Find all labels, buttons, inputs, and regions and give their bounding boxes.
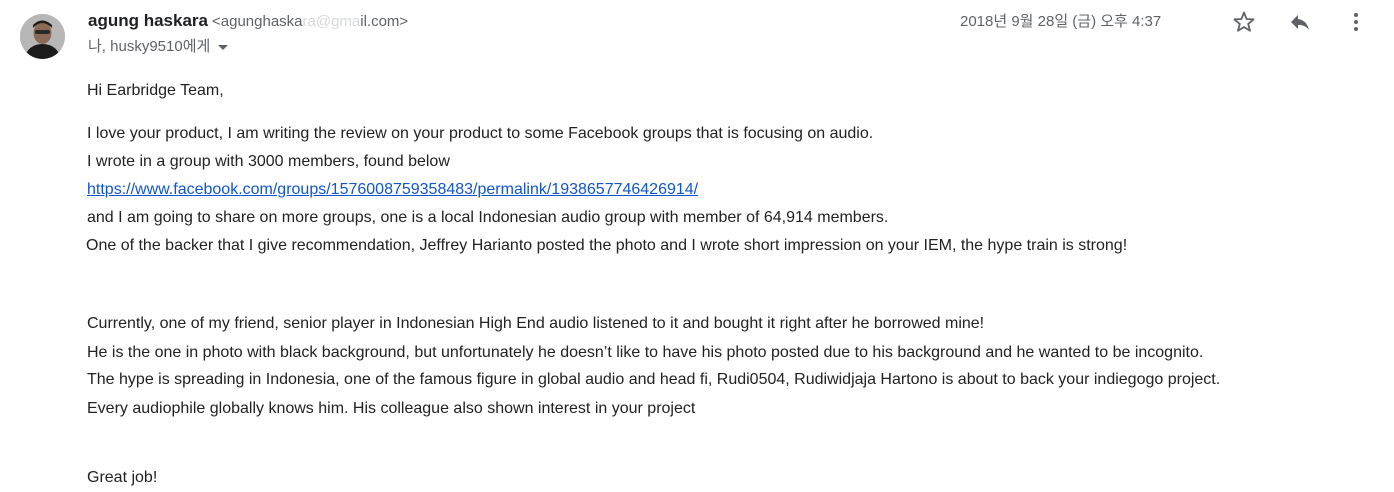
recipients-dropdown[interactable]: 나, husky9510에게	[88, 37, 229, 57]
facebook-group-link[interactable]: https://www.facebook.com/groups/15760087…	[87, 181, 698, 198]
para1-line: I love your product, I am writing the re…	[87, 125, 874, 142]
greeting: Hi Earbridge Team,	[87, 82, 224, 99]
recipients-label: 나, husky9510에게	[88, 38, 211, 55]
para1-line: I wrote in a group with 3000 members, fo…	[87, 153, 450, 170]
closing: Great job!	[87, 469, 158, 486]
sender-email[interactable]: <agunghaskara@gmail.com>	[212, 13, 408, 30]
para1-line: and I am going to share on more groups, …	[87, 209, 889, 226]
para1-line: One of the backer that I give recommenda…	[86, 237, 1128, 254]
para2-line: Currently, one of my friend, senior play…	[87, 315, 985, 332]
avatar-photo	[20, 14, 65, 59]
para2-line: The hype is spreading in Indonesia, one …	[87, 371, 1221, 388]
caret-down-icon[interactable]	[218, 44, 229, 50]
sender-email-suffix: il.com>	[360, 13, 409, 30]
reply-icon	[1291, 15, 1309, 30]
para2-line: He is the one in photo with black backgr…	[87, 344, 1204, 361]
sender-email-prefix: <agunghaska	[212, 13, 303, 30]
reply-button[interactable]	[1286, 8, 1314, 36]
more-options-button[interactable]	[1342, 8, 1370, 36]
star-button[interactable]	[1230, 8, 1258, 36]
sender-line: agung haskara <agunghaskara@gmail.com>	[88, 10, 408, 32]
avatar[interactable]	[20, 14, 65, 59]
star-icon	[1233, 11, 1255, 32]
more-vert-icon	[1354, 13, 1358, 31]
sender-email-obscured: ra@gma	[302, 13, 361, 30]
facebook-link-line: https://www.facebook.com/groups/15760087…	[87, 179, 698, 201]
message-date: 2018년 9월 28일 (금) 오후 4:37	[960, 13, 1162, 30]
sender-name[interactable]: agung haskara	[88, 11, 208, 30]
para2-line: Every audiophile globally knows him. His…	[87, 400, 696, 417]
